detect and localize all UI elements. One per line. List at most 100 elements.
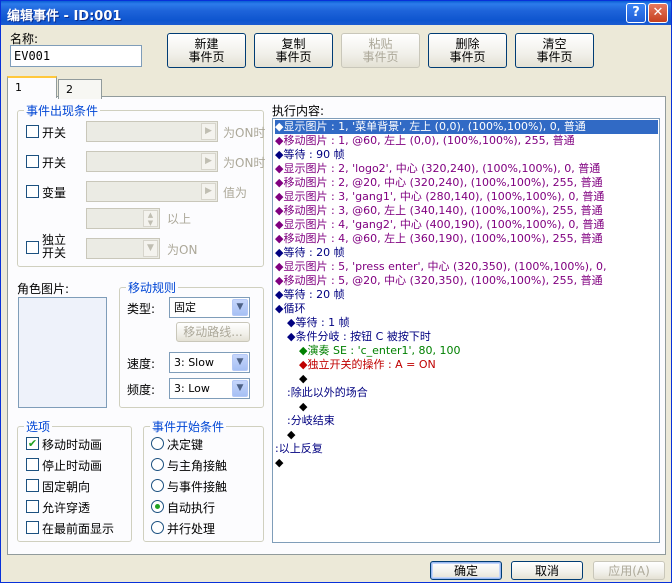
move-freq-select[interactable]: 3: Low ▼ xyxy=(169,378,250,399)
command-line[interactable]: ◆ xyxy=(275,400,307,414)
self-switch-select[interactable]: ▼ xyxy=(86,238,160,259)
variable-label: 变量 xyxy=(42,186,67,200)
self-switch-label: 独立 开关 xyxy=(42,234,66,260)
ok-button[interactable]: 确定 xyxy=(430,561,502,580)
new-page-button[interactable]: 新建 事件页 xyxy=(167,33,246,68)
command-line[interactable]: ◆ xyxy=(275,372,307,386)
option-walk-anim-label: 移动时动画 xyxy=(42,438,103,452)
command-line[interactable]: :以上反复 xyxy=(275,442,323,456)
event-commands-list[interactable]: ◆显示图片 : 1, '菜单背景', 左上 (0,0), (100%,100%)… xyxy=(272,118,660,543)
clear-page-button[interactable]: 清空 事件页 xyxy=(515,33,594,68)
command-line[interactable]: ◆移动图片 : 5, @20, 中心 (320,350), (100%,100%… xyxy=(275,274,603,288)
option-through-checkbox[interactable] xyxy=(26,500,39,513)
command-line[interactable]: ◆移动图片 : 2, @20, 中心 (320,240), (100%,100%… xyxy=(275,176,603,190)
switch2-checkbox[interactable] xyxy=(26,155,39,168)
command-line[interactable]: ◆等待 : 20 帧 xyxy=(275,246,345,260)
move-speed-select[interactable]: 3: Slow ▼ xyxy=(169,352,250,373)
self-switch-checkbox[interactable] xyxy=(26,241,39,254)
trigger-parallel-radio[interactable] xyxy=(151,521,164,534)
self-switch-label-1: 独立 xyxy=(42,233,67,247)
move-type-chevron-down-icon: ▼ xyxy=(232,299,248,316)
command-line[interactable]: ◆移动图片 : 4, @60, 左上 (360,190), (100%,100%… xyxy=(275,232,603,246)
option-always-on-top-checkbox[interactable] xyxy=(26,521,39,534)
command-line[interactable]: :分岐结束 xyxy=(275,414,335,428)
title-bar[interactable]: 编辑事件 - ID:001 ? ✕ xyxy=(1,1,671,25)
option-through-label: 允许穿透 xyxy=(42,501,91,515)
help-button[interactable]: ? xyxy=(626,3,646,23)
command-line[interactable]: ◆循环 xyxy=(275,302,305,316)
switch2-select[interactable]: ▶ xyxy=(86,151,218,172)
option-step-anim-label: 停止时动画 xyxy=(42,459,103,473)
command-line[interactable]: :除此以外的场合 xyxy=(275,386,368,400)
trigger-player-touch-radio[interactable] xyxy=(151,458,164,471)
copy-page-label-2: 事件页 xyxy=(275,50,312,64)
switch1-select[interactable]: ▶ xyxy=(86,121,218,142)
character-graphic-preview[interactable] xyxy=(18,297,107,408)
variable-value-spinner[interactable]: ▲ ▼ xyxy=(86,208,160,229)
command-line[interactable]: ◆移动图片 : 1, @60, 左上 (0,0), (100%,100%), 2… xyxy=(275,134,575,148)
trigger-event-touch-label: 与事件接触 xyxy=(167,480,228,494)
conditions-title: 事件出现条件 xyxy=(26,104,99,118)
command-line[interactable]: ◆演奏 SE : 'c_enter1', 80, 100 xyxy=(275,344,461,358)
command-line[interactable]: ◆显示图片 : 3, 'gang1', 中心 (280,140), (100%,… xyxy=(275,190,604,204)
command-line[interactable]: ◆移动图片 : 3, @60, 左上 (340,140), (100%,100%… xyxy=(275,204,603,218)
command-line[interactable]: ◆显示图片 : 1, '菜单背景', 左上 (0,0), (100%,100%)… xyxy=(275,120,658,134)
command-line[interactable]: ◆等待 : 90 帧 xyxy=(275,148,345,162)
variable-above-label: 以上 xyxy=(167,212,192,226)
paste-page-label-2: 事件页 xyxy=(362,50,399,64)
paste-page-button[interactable]: 粘贴 事件页 xyxy=(341,33,420,68)
delete-page-button[interactable]: 删除 事件页 xyxy=(428,33,507,68)
switch1-checkbox[interactable] xyxy=(26,125,39,138)
new-page-label-2: 事件页 xyxy=(188,50,225,64)
variable-select[interactable]: ▶ xyxy=(86,181,218,202)
move-type-select[interactable]: 固定 ▼ xyxy=(169,297,250,318)
command-line[interactable]: ◆独立开关的操作 : A = ON xyxy=(275,358,436,372)
window-title: 编辑事件 - ID:001 xyxy=(7,9,122,24)
cancel-button[interactable]: 取消 xyxy=(511,561,583,580)
option-direction-fix-checkbox[interactable] xyxy=(26,479,39,492)
apply-button[interactable]: 应用(A) xyxy=(593,561,665,580)
copy-page-button[interactable]: 复制 事件页 xyxy=(254,33,333,68)
delete-page-label-2: 事件页 xyxy=(449,50,486,64)
command-line[interactable]: ◆条件分岐 : 按钮 C 被按下时 xyxy=(275,330,431,344)
command-line[interactable]: ◆显示图片 : 4, 'gang2', 中心 (400,190), (100%,… xyxy=(275,218,604,232)
self-switch-label-2: 开关 xyxy=(42,246,67,260)
commands-label: 执行内容: xyxy=(272,104,325,118)
switch1-arrow-icon: ▶ xyxy=(201,123,216,140)
switch2-arrow-icon: ▶ xyxy=(201,153,216,170)
switch2-suffix: 为ON时 xyxy=(223,156,266,170)
command-line[interactable]: ◆等待 : 20 帧 xyxy=(275,288,345,302)
command-line[interactable]: ◆显示图片 : 2, 'logo2', 中心 (320,240), (100%,… xyxy=(275,162,600,176)
move-speed-chevron-down-icon: ▼ xyxy=(232,354,248,371)
variable-suffix: 值为 xyxy=(223,186,248,200)
move-route-button[interactable]: 移动路线... xyxy=(176,322,250,342)
option-step-anim-checkbox[interactable] xyxy=(26,458,39,471)
command-line[interactable]: ◆ xyxy=(275,428,295,442)
command-line[interactable]: ◆等待 : 1 帧 xyxy=(275,316,350,330)
option-always-on-top-label: 在最前面显示 xyxy=(42,522,115,536)
trigger-player-touch-label: 与主角接触 xyxy=(167,459,228,473)
event-name-input[interactable]: EV001 xyxy=(10,45,142,67)
event-editor-window: 编辑事件 - ID:001 ? ✕ 名称: EV001 新建 事件页 复制 事件… xyxy=(0,0,672,583)
move-rules-title: 移动规则 xyxy=(128,281,177,295)
graphic-label: 角色图片: xyxy=(17,282,70,296)
variable-arrow-icon: ▶ xyxy=(201,183,216,200)
tab-page-2[interactable]: 2 xyxy=(58,79,102,99)
variable-checkbox[interactable] xyxy=(26,185,39,198)
options-title: 选项 xyxy=(26,420,51,434)
trigger-autorun-label: 自动执行 xyxy=(167,501,216,515)
close-button[interactable]: ✕ xyxy=(648,3,668,23)
trigger-action-label: 决定键 xyxy=(167,438,204,452)
option-walk-anim-checkbox[interactable]: ✔ xyxy=(26,437,39,450)
trigger-action-radio[interactable] xyxy=(151,437,164,450)
command-line[interactable]: ◆显示图片 : 5, 'press enter', 中心 (320,350), … xyxy=(275,260,607,274)
trigger-event-touch-radio[interactable] xyxy=(151,479,164,492)
trigger-autorun-radio[interactable] xyxy=(151,500,164,513)
move-freq-chevron-down-icon: ▼ xyxy=(232,380,248,397)
switch1-suffix: 为ON时 xyxy=(223,126,266,140)
move-speed-value: 3: Slow xyxy=(174,356,214,369)
switch2-label: 开关 xyxy=(42,156,67,170)
command-line[interactable]: ◆ xyxy=(275,456,283,470)
tab-page-1[interactable]: 1 xyxy=(7,76,57,98)
spinner-arrows-icon: ▲ ▼ xyxy=(143,210,158,227)
